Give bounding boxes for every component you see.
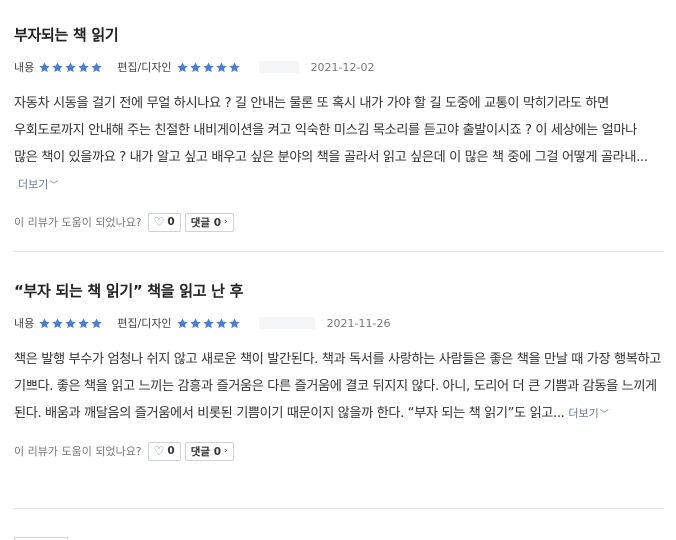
- like-count: 0: [167, 445, 175, 457]
- content-rating-stars: [38, 61, 103, 74]
- review-body: 자동차 시동을 걸기 전에 무얼 하시나요 ? 길 안내는 물론 또 혹시 내가…: [14, 90, 664, 200]
- more-link[interactable]: 더보기﹀: [568, 407, 608, 420]
- review-divider: [14, 508, 664, 509]
- star-icon: [228, 317, 241, 330]
- star-icon: [51, 61, 64, 74]
- review-body: 책은 발행 부수가 엄청나 쉬지 않고 새로운 책이 발간된다. 책과 독서를 …: [14, 346, 664, 429]
- star-icon: [90, 61, 103, 74]
- content-rating-label: 내용: [14, 61, 35, 74]
- review-meta: 내용 편집/디자인 2021-12-02: [14, 58, 664, 76]
- design-rating-label: 편집/디자인: [117, 317, 172, 330]
- review-date: 2021-11-26: [326, 316, 391, 330]
- author-name-redacted: [258, 317, 315, 329]
- star-icon: [176, 61, 189, 74]
- comment-button[interactable]: 댓글 0 ›: [184, 212, 234, 232]
- star-icon: [77, 61, 90, 74]
- content-rating-stars: [38, 317, 103, 330]
- chevron-right-icon: ›: [224, 217, 228, 227]
- review-body-text: 자동차 시동을 걸기 전에 무얼 하시나요 ? 길 안내는 물론 또 혹시 내가…: [14, 96, 648, 165]
- design-rating-stars: [176, 61, 241, 74]
- more-link[interactable]: 더보기﹀: [18, 178, 58, 191]
- like-button[interactable]: ♡ 0: [147, 441, 181, 461]
- star-icon: [189, 317, 202, 330]
- review-item: 부자되는 책 읽기 내용 편집/디자인 2021-12-02 자동차 시동을 걸…: [14, 24, 664, 232]
- more-link-label: 더보기: [18, 178, 49, 191]
- comment-label: 댓글 0: [190, 216, 222, 229]
- star-icon: [64, 317, 77, 330]
- comment-button[interactable]: 댓글 0 ›: [184, 441, 234, 461]
- star-icon: [202, 61, 215, 74]
- helpful-question: 이 리뷰가 도움이 되었나요?: [14, 216, 142, 229]
- heart-icon: ♡: [153, 444, 165, 458]
- design-rating-stars: [176, 317, 241, 330]
- star-icon: [64, 61, 77, 74]
- chevron-down-icon: ﹀: [599, 410, 609, 420]
- star-icon: [38, 317, 51, 330]
- helpful-row: 이 리뷰가 도움이 되었나요? ♡ 0 댓글 0 ›: [14, 212, 664, 232]
- star-icon: [90, 317, 103, 330]
- star-icon: [202, 317, 215, 330]
- star-icon: [215, 61, 228, 74]
- star-icon: [77, 317, 90, 330]
- star-icon: [51, 317, 64, 330]
- star-icon: [215, 317, 228, 330]
- comment-label: 댓글 0: [190, 445, 222, 458]
- chevron-right-icon: ›: [224, 446, 228, 456]
- chevron-down-icon: ﹀: [49, 181, 59, 191]
- like-button[interactable]: ♡ 0: [147, 212, 181, 232]
- helpful-row: 이 리뷰가 도움이 되었나요? ♡ 0 댓글 0 ›: [14, 441, 664, 461]
- review-meta: 내용 편집/디자인 2021-11-26: [14, 314, 664, 332]
- author-name-redacted: [258, 61, 299, 73]
- content-rating-label: 내용: [14, 317, 35, 330]
- review-title[interactable]: “부자 되는 책 읽기” 책을 읽고 난 후: [14, 280, 664, 302]
- review-title[interactable]: 부자되는 책 읽기: [14, 24, 664, 46]
- like-count: 0: [167, 216, 175, 228]
- star-icon: [176, 317, 189, 330]
- review-divider: [14, 251, 664, 252]
- review-date: 2021-12-02: [310, 60, 375, 74]
- design-rating-label: 편집/디자인: [117, 61, 172, 74]
- heart-icon: ♡: [153, 215, 165, 229]
- star-icon: [228, 61, 241, 74]
- review-item: “부자 되는 책 읽기” 책을 읽고 난 후 내용 편집/디자인 2021-11…: [14, 280, 664, 461]
- more-link-label: 더보기: [568, 407, 599, 420]
- star-icon: [189, 61, 202, 74]
- helpful-question: 이 리뷰가 도움이 되었나요?: [14, 445, 142, 458]
- review-body-text: 책은 발행 부수가 엄청나 쉬지 않고 새로운 책이 발간된다. 책과 독서를 …: [14, 352, 661, 421]
- star-icon: [38, 61, 51, 74]
